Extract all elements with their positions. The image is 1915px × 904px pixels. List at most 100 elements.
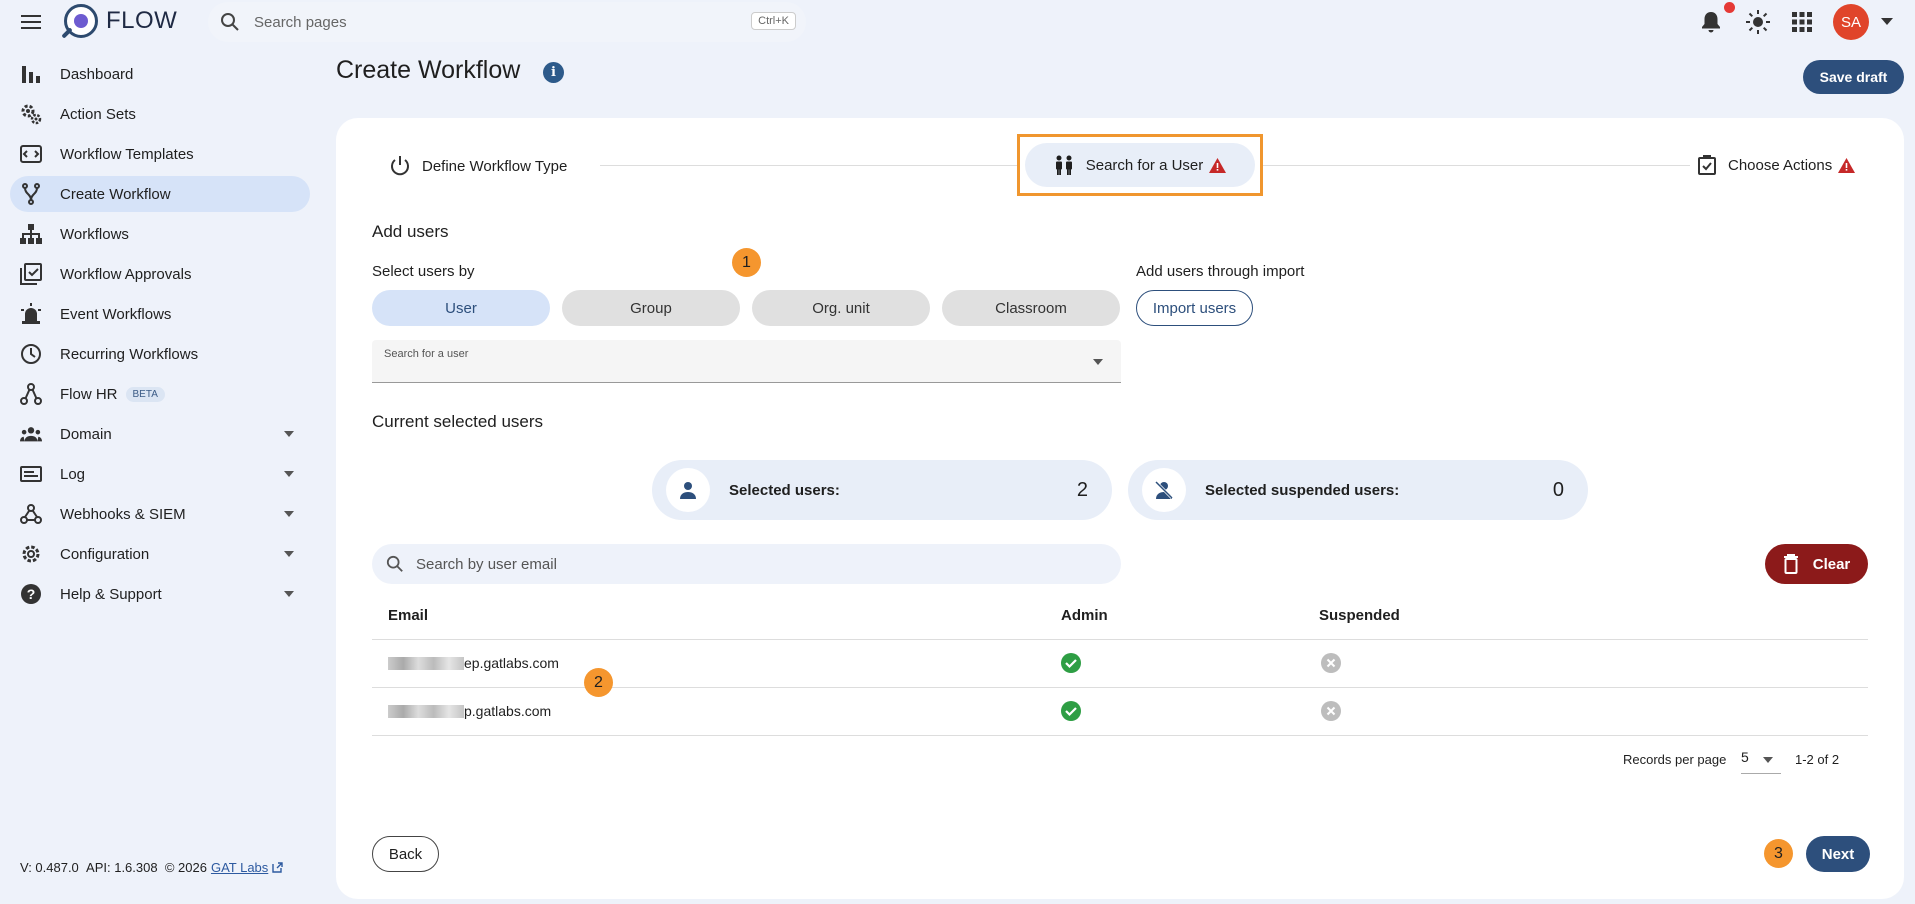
notification-dot	[1724, 2, 1735, 13]
annotation-badge-2: 2	[584, 668, 613, 697]
pagination-range: 1-2 of 2	[1795, 752, 1840, 767]
select-by-classroom-button[interactable]: Classroom	[942, 290, 1120, 326]
email-search-placeholder: Search by user email	[416, 555, 557, 573]
sidebar-item-domain[interactable]: Domain	[10, 416, 310, 452]
chevron-down-icon	[1763, 757, 1773, 763]
log-icon	[20, 463, 42, 485]
beta-badge: BETA	[125, 387, 165, 403]
approval-icon	[20, 263, 42, 285]
version-info: V: 0.487.0 API: 1.6.308 © 2026 GAT Labs	[20, 860, 283, 875]
svg-text:?: ?	[27, 586, 36, 602]
select-by-group-button[interactable]: Group	[562, 290, 740, 326]
chevron-down-icon	[284, 431, 294, 437]
checklist-icon	[1698, 155, 1716, 175]
app-name: FLOW	[106, 7, 178, 34]
page-search[interactable]: Search pages Ctrl+K	[208, 2, 806, 42]
step2-label: Search for a User	[1085, 156, 1204, 174]
users-table-header: Email Admin Suspended	[372, 600, 1868, 640]
power-icon	[391, 156, 409, 176]
template-icon	[20, 143, 42, 165]
clock-icon	[20, 343, 42, 365]
theme-toggle-icon[interactable]	[1746, 10, 1770, 34]
gat-labs-link[interactable]: GAT Labs	[211, 860, 268, 875]
select-by-org-unit-button[interactable]: Org. unit	[752, 290, 930, 326]
import-users-label: Add users through import	[1136, 263, 1305, 280]
next-button[interactable]: Next	[1806, 836, 1870, 872]
records-per-page-value: 5	[1741, 749, 1749, 765]
select-by-user-button[interactable]: User	[372, 290, 550, 326]
search-icon	[386, 555, 403, 572]
search-user-label: Search for a user	[384, 348, 469, 360]
user-avatar[interactable]: SA	[1833, 4, 1869, 40]
clear-label: Clear	[1812, 555, 1851, 573]
api-version-text: API: 1.6.308	[86, 860, 158, 875]
selected-users-count: 2	[1076, 478, 1088, 501]
gear-icon	[20, 543, 42, 565]
selected-users-stat: Selected users: 2	[652, 460, 1112, 520]
alarm-icon	[20, 303, 42, 325]
info-icon[interactable]: i	[543, 62, 564, 83]
current-selected-heading: Current selected users	[372, 412, 544, 431]
sidebar: Dashboard Action Sets Workflow Templates…	[0, 56, 320, 616]
step-search-for-user[interactable]: Search for a User	[1025, 143, 1255, 187]
version-text: V: 0.487.0	[20, 860, 79, 875]
trash-icon	[1783, 554, 1798, 574]
admin-check-icon	[1061, 653, 1081, 673]
import-users-button[interactable]: Import users	[1136, 290, 1253, 326]
email-search-input[interactable]: Search by user email	[372, 544, 1121, 584]
save-draft-button[interactable]: Save draft	[1803, 60, 1904, 94]
sidebar-item-dashboard[interactable]: Dashboard	[10, 56, 310, 92]
suspended-users-stat: Selected suspended users: 0	[1128, 460, 1588, 520]
back-button[interactable]: Back	[372, 836, 439, 872]
chevron-down-icon	[284, 511, 294, 517]
email-column-header[interactable]: Email	[388, 607, 428, 624]
flow-hr-label: Flow HR	[60, 385, 118, 403]
apps-grid-icon[interactable]	[1792, 12, 1812, 32]
hierarchy-icon	[20, 223, 42, 245]
records-per-page-label: Records per page	[1623, 752, 1727, 767]
add-users-heading: Add users	[372, 222, 449, 241]
sidebar-item-configuration[interactable]: Configuration	[10, 536, 310, 572]
menu-icon[interactable]	[18, 10, 44, 34]
suspended-column-header[interactable]: Suspended	[1319, 607, 1400, 624]
clear-button[interactable]: Clear	[1765, 544, 1868, 584]
selected-users-label: Selected users:	[729, 481, 840, 499]
step-choose-actions[interactable]: Choose Actions	[1690, 155, 1856, 175]
sidebar-item-action-sets[interactable]: Action Sets	[10, 96, 310, 132]
notifications-icon[interactable]	[1700, 10, 1722, 34]
flow-hr-icon	[20, 383, 42, 405]
sidebar-item-flow-hr[interactable]: Flow HR BETA	[10, 376, 310, 412]
people-icon	[20, 423, 42, 445]
account-menu-caret-icon[interactable]	[1881, 18, 1893, 25]
sidebar-item-log[interactable]: Log	[10, 456, 310, 492]
sidebar-item-create-workflow[interactable]: Create Workflow	[10, 176, 310, 212]
search-shortcut: Ctrl+K	[751, 12, 796, 30]
sidebar-item-webhooks[interactable]: Webhooks & SIEM	[10, 496, 310, 532]
app-logo[interactable]: FLOW	[64, 4, 177, 38]
sidebar-item-workflow-approvals[interactable]: Workflow Approvals	[10, 256, 310, 292]
fork-icon	[20, 183, 42, 205]
gears-icon	[20, 103, 42, 125]
search-placeholder: Search pages	[254, 13, 347, 31]
people-pair-icon	[1055, 155, 1072, 175]
step3-label: Choose Actions	[1728, 156, 1833, 174]
bar-chart-icon	[20, 63, 42, 85]
page-title: Create Workflow	[336, 56, 521, 84]
logo-icon	[64, 4, 98, 38]
sidebar-item-event-workflows[interactable]: Event Workflows	[10, 296, 310, 332]
suspended-users-count: 0	[1552, 478, 1564, 501]
sidebar-item-workflows[interactable]: Workflows	[10, 216, 310, 252]
step-define-workflow-type[interactable]: Define Workflow Type	[390, 155, 578, 177]
step1-label: Define Workflow Type	[422, 157, 568, 175]
chevron-down-icon	[284, 551, 294, 557]
admin-column-header[interactable]: Admin	[1061, 607, 1108, 624]
search-user-select[interactable]: Search for a user	[372, 340, 1121, 383]
warning-icon	[1209, 157, 1227, 173]
suspended-cross-icon	[1321, 701, 1341, 721]
sidebar-item-workflow-templates[interactable]: Workflow Templates	[10, 136, 310, 172]
pagination: Records per page 5 1-2 of 2	[1623, 749, 1839, 774]
chevron-down-icon	[284, 471, 294, 477]
copyright-text: © 2026	[164, 860, 207, 875]
sidebar-item-recurring-workflows[interactable]: Recurring Workflows	[10, 336, 310, 372]
sidebar-item-help[interactable]: ? Help & Support	[10, 576, 310, 612]
